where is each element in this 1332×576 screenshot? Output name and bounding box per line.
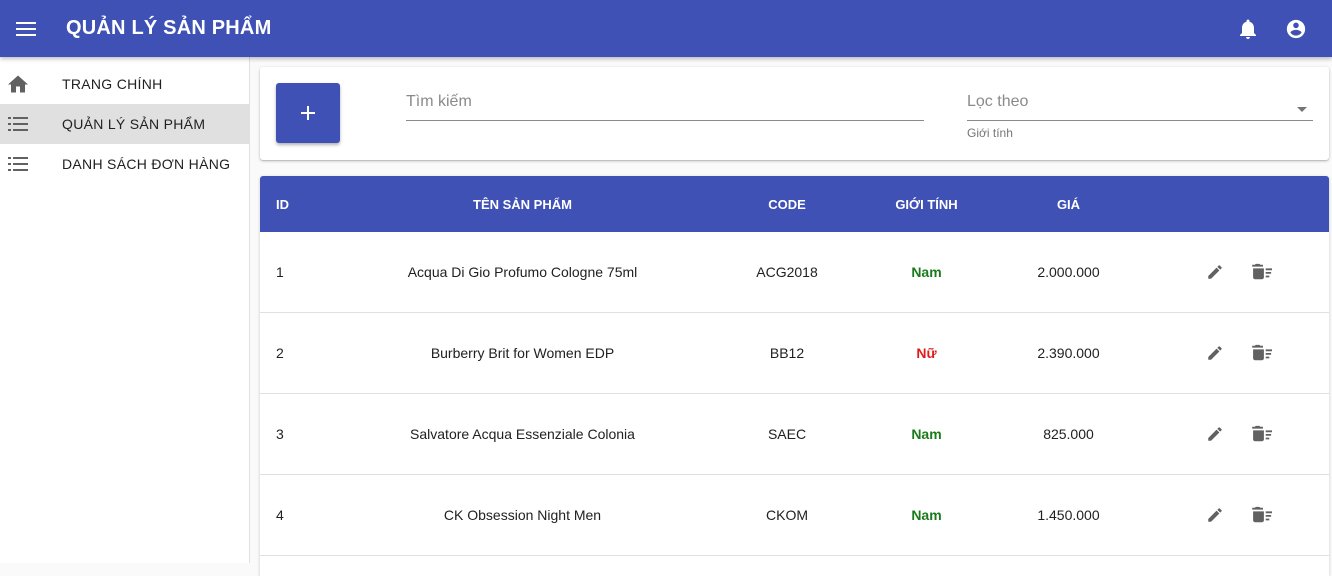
sidebar-item-label: DANH SÁCH ĐƠN HÀNG [62, 156, 231, 172]
delete-button[interactable] [1239, 329, 1287, 377]
plus-icon [301, 106, 315, 120]
cell-code: BB12 [769, 345, 805, 361]
add-product-button[interactable] [276, 83, 340, 143]
sidebar-item-label: TRANG CHÍNH [62, 76, 163, 92]
menu-icon [16, 21, 36, 36]
table-row: 2 Burberry Brit for Women EDP BB12 Nữ 2.… [260, 313, 1329, 394]
sidebar-item-home[interactable]: TRANG CHÍNH [0, 64, 249, 104]
notifications-button[interactable] [1224, 5, 1272, 53]
cell-id: 4 [276, 507, 284, 523]
cell-price: 2.390.000 [1037, 345, 1100, 361]
cell-name: CK Obsession Night Men [443, 507, 602, 523]
pencil-icon [1208, 427, 1222, 441]
table-row: 1 Acqua Di Gio Profumo Cologne 75ml ACG2… [260, 232, 1329, 313]
list-icon [0, 157, 36, 171]
cell-gender: Nam [911, 507, 942, 523]
toolbar-card: Lọc theo Giới tính [260, 67, 1329, 160]
cell-name: Salvatore Acqua Essenziale Colonia [410, 426, 635, 442]
sidebar-item-orders[interactable]: DANH SÁCH ĐƠN HÀNG [0, 144, 249, 184]
column-header-gender: GIỚI TÍNH [895, 196, 958, 212]
cell-code: ACG2018 [756, 264, 818, 280]
cell-id: 3 [276, 426, 284, 442]
filter-select[interactable]: Lọc theo [967, 93, 1313, 121]
sidebar-item-label: QUẢN LÝ SẢN PHẨM [62, 116, 206, 132]
delete-sweep-icon [1252, 506, 1272, 523]
bell-icon [1240, 19, 1256, 39]
pencil-icon [1208, 265, 1222, 279]
delete-button[interactable] [1239, 410, 1287, 458]
cell-code: SAEC [767, 426, 807, 442]
sidebar: TRANG CHÍNH QUẢN LÝ SẢN PHẨM DANH SÁCH Đ… [0, 57, 250, 563]
page-title: QUẢN LÝ SẢN PHẨM [66, 17, 272, 39]
edit-button[interactable] [1191, 329, 1239, 377]
list-icon [0, 117, 36, 131]
cell-name: Burberry Brit for Women EDP [430, 345, 615, 361]
cell-gender: Nam [911, 264, 942, 280]
app-bar: QUẢN LÝ SẢN PHẨM [0, 0, 1332, 57]
column-header-price: GIÁ [1056, 196, 1081, 212]
column-header-id: ID [276, 196, 289, 212]
filter-helper-text: Giới tính [967, 126, 1013, 140]
pencil-icon [1208, 346, 1222, 360]
edit-button[interactable] [1191, 491, 1239, 539]
table-row: 3 Salvatore Acqua Essenziale Colonia SAE… [260, 394, 1329, 475]
cell-code: CKOM [766, 507, 808, 523]
edit-button[interactable] [1191, 248, 1239, 296]
cell-gender: Nam [911, 426, 942, 442]
home-icon [0, 75, 36, 93]
cell-gender: Nữ [916, 345, 937, 361]
table-header: ID TÊN SẢN PHẨM CODE GIỚI TÍNH GIÁ [260, 176, 1329, 232]
delete-sweep-icon [1252, 425, 1272, 442]
cell-id: 1 [276, 264, 284, 280]
account-button[interactable] [1272, 5, 1320, 53]
search-field [406, 93, 924, 121]
cell-id: 2 [276, 345, 284, 361]
dropdown-arrow-icon [1297, 99, 1307, 117]
column-header-code: CODE [768, 196, 806, 212]
table-row: 4 CK Obsession Night Men CKOM Nam 1.450.… [260, 475, 1329, 556]
cell-price: 2.000.000 [1037, 264, 1100, 280]
delete-sweep-icon [1252, 344, 1272, 361]
delete-button[interactable] [1239, 248, 1287, 296]
edit-button[interactable] [1191, 410, 1239, 458]
menu-button[interactable] [0, 0, 52, 57]
delete-button[interactable] [1239, 491, 1287, 539]
sidebar-item-products[interactable]: QUẢN LÝ SẢN PHẨM [0, 104, 249, 144]
products-table: ID TÊN SẢN PHẨM CODE GIỚI TÍNH GIÁ 1 Acq… [260, 176, 1329, 576]
pencil-icon [1208, 508, 1222, 522]
cell-name: Acqua Di Gio Profumo Cologne 75ml [407, 264, 638, 280]
main-content: Lọc theo Giới tính ID TÊN SẢN PHẨM CODE … [250, 57, 1332, 576]
search-input[interactable] [406, 93, 924, 117]
cell-price: 825.000 [1043, 426, 1094, 442]
cell-price: 1.450.000 [1037, 507, 1100, 523]
filter-label: Lọc theo [967, 93, 1029, 110]
column-header-name: TÊN SẢN PHẨM [473, 196, 572, 212]
delete-sweep-icon [1252, 263, 1272, 280]
account-circle-icon [1286, 19, 1306, 38]
